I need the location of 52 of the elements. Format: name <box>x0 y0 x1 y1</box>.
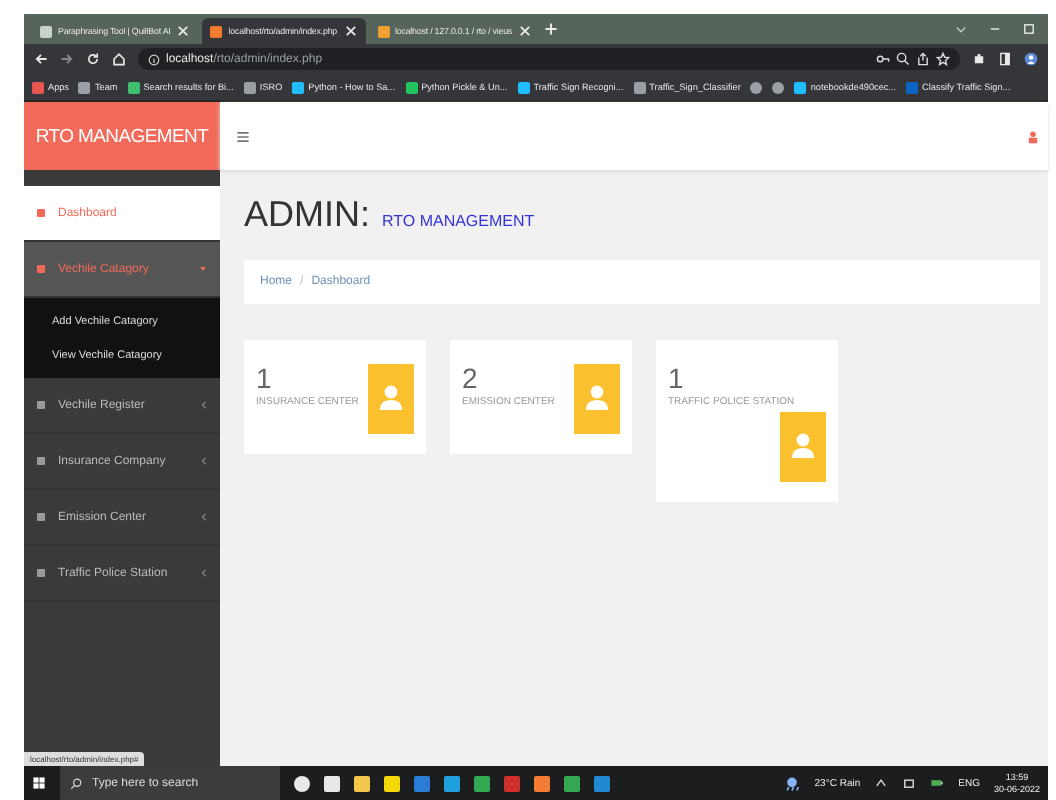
menu-item-icon <box>36 208 46 218</box>
zoom-icon[interactable] <box>896 52 910 66</box>
user-icon <box>368 364 414 434</box>
taskbar-app-icon[interactable] <box>324 775 340 791</box>
chevron-left-icon <box>200 456 208 466</box>
back-icon[interactable] <box>34 52 48 66</box>
chevron-left-icon <box>200 568 208 578</box>
stat-count: 2 <box>462 364 480 392</box>
tray-chevron-icon[interactable] <box>874 776 889 790</box>
taskbar-app-icon[interactable] <box>294 775 310 791</box>
menu-item-icon <box>36 512 46 522</box>
avatar-icon[interactable] <box>1024 52 1038 66</box>
new-tab-icon[interactable] <box>544 22 559 36</box>
taskbar-app-icon[interactable] <box>354 775 370 791</box>
stat-count: 1 <box>668 364 686 392</box>
user-icon <box>574 364 620 434</box>
home-icon[interactable] <box>112 52 126 66</box>
sidebar-icon[interactable] <box>998 52 1012 66</box>
forward-icon[interactable] <box>60 52 74 66</box>
menu-item-icon <box>36 568 46 578</box>
chevron-left-icon <box>200 400 208 410</box>
bookmark-icon[interactable] <box>750 81 763 93</box>
share-icon[interactable] <box>916 52 930 66</box>
minimize-icon[interactable] <box>988 22 1002 36</box>
menu-item-icon <box>36 400 46 410</box>
bookmark-icon[interactable] <box>772 81 785 93</box>
taskbar-app-icon[interactable] <box>474 775 490 791</box>
info-icon <box>148 53 160 65</box>
windows-icon[interactable] <box>32 776 46 790</box>
taskbar-app-icon[interactable] <box>444 775 460 791</box>
key-icon[interactable] <box>876 52 890 66</box>
user-icon[interactable] <box>1028 129 1038 143</box>
page-subtitle: RTO MANAGEMENT <box>382 212 535 230</box>
page-title: ADMIN: <box>244 194 370 236</box>
weather-icon <box>784 775 801 791</box>
close-icon[interactable] <box>176 24 191 38</box>
taskbar-app-icon[interactable] <box>384 775 400 791</box>
maximize-icon[interactable] <box>1022 22 1036 36</box>
star-icon[interactable] <box>936 52 950 66</box>
chevron-left-icon <box>200 512 208 522</box>
taskbar-app-icon[interactable] <box>534 775 550 791</box>
reload-icon[interactable] <box>86 52 100 66</box>
chevron-down-icon[interactable] <box>954 22 968 36</box>
taskbar-app-icon[interactable] <box>564 775 580 791</box>
caret-down-icon <box>198 264 208 274</box>
close-icon[interactable] <box>343 24 358 38</box>
menu-item-icon <box>36 456 46 466</box>
menu-item-icon <box>36 264 46 274</box>
menu-icon[interactable] <box>236 129 250 143</box>
user-icon <box>780 412 826 482</box>
stat-count: 1 <box>256 364 274 392</box>
close-icon[interactable] <box>518 24 533 38</box>
